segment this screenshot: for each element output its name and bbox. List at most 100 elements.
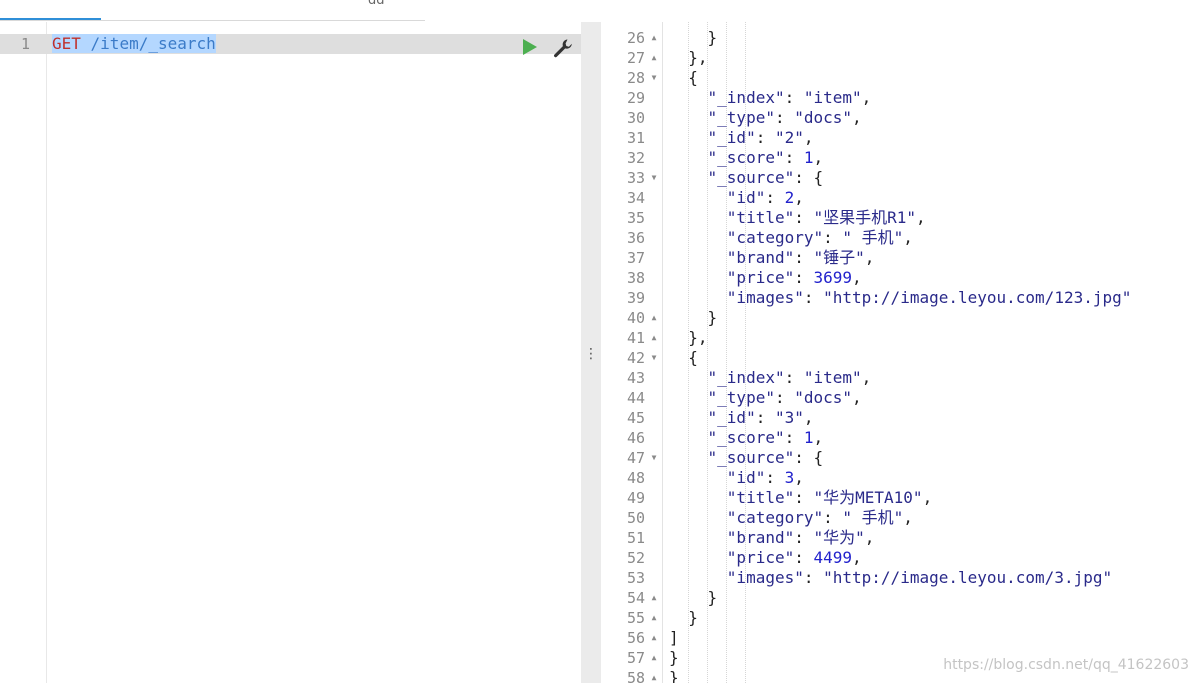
response-line: 32 "_score": 1, <box>601 148 1199 168</box>
line-number: 49 <box>626 489 645 507</box>
response-line: 36 "category": " 手机", <box>601 228 1199 248</box>
tab-strip: gg <box>0 0 1199 21</box>
fold-close-icon[interactable]: ▲ <box>649 648 659 668</box>
line-number: 40 <box>626 309 645 327</box>
json-text: "_source": { <box>707 448 824 467</box>
settings-wrench-button[interactable] <box>552 38 574 58</box>
response-line: 48 "id": 3, <box>601 468 1199 488</box>
response-line: 41 ▲ }, <box>601 328 1199 348</box>
response-line: 39 "images": "http://image.leyou.com/123… <box>601 288 1199 308</box>
json-text: } <box>669 308 718 327</box>
fold-open-icon[interactable]: ▼ <box>649 348 659 368</box>
json-text: "_score": 1, <box>707 428 824 447</box>
response-line: 31 "_id": "2", <box>601 128 1199 148</box>
fold-close-icon[interactable]: ▲ <box>649 28 659 48</box>
response-line: 52 "price": 4499, <box>601 548 1199 568</box>
line-number: 57 <box>626 649 645 667</box>
json-text: "images": "http://image.leyou.com/123.jp… <box>726 288 1132 307</box>
line-number: 39 <box>626 289 645 307</box>
fold-close-icon[interactable]: ▲ <box>649 628 659 648</box>
json-text: "id": 2, <box>726 188 804 207</box>
response-line: 44 "_type": "docs", <box>601 388 1199 408</box>
line-number: 53 <box>626 569 645 587</box>
line-number: 46 <box>626 429 645 447</box>
response-viewer[interactable]: 26 ▲ } 27 ▲ }, 28 ▼ {29 "_index": "item", 30 "… <box>601 22 1199 683</box>
line-number: 32 <box>626 149 645 167</box>
fold-close-icon[interactable]: ▲ <box>649 308 659 328</box>
line-number: 54 <box>626 589 645 607</box>
json-text: "_source": { <box>707 168 824 187</box>
json-text: } <box>669 668 679 683</box>
pane-splitter[interactable]: ⋮ <box>581 22 601 683</box>
line-number: 37 <box>626 249 645 267</box>
fold-close-icon[interactable]: ▲ <box>649 328 659 348</box>
request-url: /item/_search <box>80 34 216 53</box>
json-text: "_type": "docs", <box>707 108 862 127</box>
json-text: }, <box>669 328 708 347</box>
splitter-handle-icon[interactable]: ⋮ <box>581 347 601 361</box>
fold-open-icon[interactable]: ▼ <box>649 68 659 88</box>
response-line: 26 ▲ } <box>601 28 1199 48</box>
json-text: "category": " 手机", <box>726 228 913 247</box>
json-text: "category": " 手机", <box>726 508 913 527</box>
line-number: 28 <box>626 69 645 87</box>
response-line: 29 "_index": "item", <box>601 88 1199 108</box>
tab-divider <box>0 20 425 21</box>
json-text: { <box>669 68 698 87</box>
request-editor[interactable]: 1 GET /item/_search <box>0 22 581 683</box>
response-line: 54 ▲ } <box>601 588 1199 608</box>
response-line: 42 ▼ { <box>601 348 1199 368</box>
response-line: 50 "category": " 手机", <box>601 508 1199 528</box>
line-number: 26 <box>626 29 645 47</box>
json-text: "_score": 1, <box>707 148 824 167</box>
response-line: 51 "brand": "华为", <box>601 528 1199 548</box>
line-number: 33 <box>626 169 645 187</box>
line-number: 55 <box>626 609 645 627</box>
response-line: 28 ▼ { <box>601 68 1199 88</box>
line-number: 38 <box>626 269 645 287</box>
json-text: "price": 4499, <box>726 548 862 567</box>
line-number: 35 <box>626 209 645 227</box>
json-text: } <box>669 648 679 667</box>
response-line: 53 "images": "http://image.leyou.com/3.j… <box>601 568 1199 588</box>
response-line: 45 "_id": "3", <box>601 408 1199 428</box>
run-request-button[interactable] <box>521 38 539 56</box>
line-number: 43 <box>626 369 645 387</box>
json-text: "_id": "3", <box>707 408 814 427</box>
json-text: "brand": "锤子", <box>726 248 875 267</box>
line-number: 44 <box>626 389 645 407</box>
json-text: "id": 3, <box>726 468 804 487</box>
line-number: 56 <box>626 629 645 647</box>
response-line: 40 ▲ } <box>601 308 1199 328</box>
response-line: 56 ▲] <box>601 628 1199 648</box>
json-text: } <box>669 608 698 627</box>
line-number: 42 <box>626 349 645 367</box>
editor-gutter <box>0 22 47 683</box>
fold-close-icon[interactable]: ▲ <box>649 588 659 608</box>
response-line: 49 "title": "华为META10", <box>601 488 1199 508</box>
fold-open-icon[interactable]: ▼ <box>649 168 659 188</box>
line-number: 52 <box>626 549 645 567</box>
editor-line-active[interactable]: 1 GET /item/_search <box>0 34 581 54</box>
line-number: 51 <box>626 529 645 547</box>
response-line: 34 "id": 2, <box>601 188 1199 208</box>
line-number: 30 <box>626 109 645 127</box>
fold-close-icon[interactable]: ▲ <box>649 48 659 68</box>
response-line: 35 "title": "坚果手机R1", <box>601 208 1199 228</box>
response-line: 55 ▲ } <box>601 608 1199 628</box>
response-line: 37 "brand": "锤子", <box>601 248 1199 268</box>
fold-close-icon[interactable]: ▲ <box>649 668 659 683</box>
fold-close-icon[interactable]: ▲ <box>649 608 659 628</box>
json-text: "brand": "华为", <box>726 528 875 547</box>
tab-partial-label[interactable]: gg <box>368 0 390 4</box>
fold-open-icon[interactable]: ▼ <box>649 448 659 468</box>
line-number: 48 <box>626 469 645 487</box>
response-line: 30 "_type": "docs", <box>601 108 1199 128</box>
line-number: 27 <box>626 49 645 67</box>
json-text: "_type": "docs", <box>707 388 862 407</box>
play-icon <box>523 39 537 55</box>
request-text[interactable]: GET /item/_search <box>52 34 216 54</box>
response-line: 27 ▲ }, <box>601 48 1199 68</box>
line-number: 47 <box>626 449 645 467</box>
line-number: 1 <box>20 35 30 53</box>
